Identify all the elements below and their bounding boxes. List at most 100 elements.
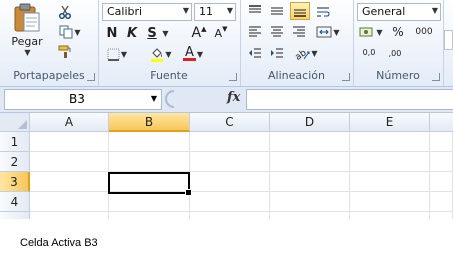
bold-button[interactable]: N [104,25,120,41]
dialog-launcher-icon[interactable] [432,73,440,81]
column-header-partial[interactable] [430,113,453,132]
percent-button[interactable]: % [391,24,405,40]
cell[interactable] [109,132,190,152]
orientation-button[interactable]: ab ▼ [292,45,320,61]
cell[interactable] [350,152,430,172]
borders-button[interactable]: ▼ [104,46,130,62]
cell[interactable] [270,212,350,219]
cell[interactable] [190,152,270,172]
format-painter-button[interactable] [56,44,74,60]
italic-button[interactable]: K [124,25,140,41]
cell[interactable] [109,152,190,172]
decrease-decimal-button[interactable]: ,00 [383,45,407,61]
cell[interactable] [350,172,430,192]
shrink-font-label: A [214,26,223,40]
cell[interactable] [109,212,190,219]
paste-button[interactable]: Pegar ▼ [6,3,48,57]
align-middle-icon [271,7,283,15]
align-middle-button[interactable] [268,3,286,19]
row-header-5[interactable] [0,212,30,219]
formula-input[interactable] [246,89,453,110]
cell[interactable] [430,172,453,192]
cell[interactable] [30,192,109,212]
cell[interactable] [30,152,109,172]
cell[interactable] [270,172,350,192]
align-left-button[interactable] [246,24,264,40]
currency-icon [359,27,373,37]
font-color-label: A [184,45,194,60]
cell[interactable] [30,132,109,152]
decrease-indent-button[interactable] [246,45,264,61]
cell[interactable] [190,132,270,152]
column-header-b[interactable]: B [109,113,190,132]
row-header-1[interactable]: 1 [0,132,30,152]
row-header-3[interactable]: 3 [0,172,30,192]
column-header-d[interactable]: D [270,113,350,132]
align-top-button[interactable] [246,3,264,19]
column-header-e[interactable]: E [350,113,430,132]
underline-dropdown[interactable]: ▼ [160,26,170,40]
increase-indent-button[interactable] [268,45,286,61]
chevron-down-icon: ▼ [226,6,233,15]
insert-function-button[interactable]: fx [227,90,240,105]
name-box[interactable]: B3 ▼ [4,89,162,110]
cell[interactable] [430,192,453,212]
cell[interactable] [350,212,430,219]
cell[interactable] [270,132,350,152]
cell[interactable] [350,132,430,152]
dialog-launcher-icon[interactable] [229,73,237,81]
conditional-format-icon[interactable] [444,30,453,50]
font-size-combo[interactable]: 11 ▼ [194,3,236,21]
merge-center-button[interactable]: ▼ [314,24,342,40]
accounting-format-button[interactable]: ▼ [357,24,385,40]
align-bottom-icon [294,9,306,17]
thousands-separator-button[interactable]: 000 [411,24,437,40]
active-cell-b3[interactable] [108,172,192,196]
cell[interactable] [190,192,270,212]
cell[interactable] [30,212,109,219]
resize-handle-icon[interactable] [164,89,184,109]
align-center-button[interactable] [268,24,286,40]
increase-decimal-label: 0,0 [362,48,376,57]
row-header-2[interactable]: 2 [0,152,30,172]
font-group-label: Fuente [150,69,188,82]
cell[interactable] [430,152,453,172]
underline-button[interactable]: S [144,25,160,41]
font-group: Calibri ▼ 11 ▼ N K S ▼ A ▲ A ▼ ▼ ▼ A ▼ F… [98,0,241,86]
font-color-button[interactable]: A ▼ [180,46,206,62]
column-header-a[interactable]: A [30,113,109,132]
number-format-combo[interactable]: General ▼ [357,3,441,21]
shrink-font-button[interactable]: A ▼ [212,25,230,41]
spreadsheet-grid[interactable]: A B C D E 1 2 3 4 [0,113,453,219]
cell[interactable] [109,192,190,212]
cell[interactable] [430,132,453,152]
align-bottom-button[interactable] [290,2,310,20]
column-header-c[interactable]: C [190,113,270,132]
copy-button[interactable]: ▼ [56,24,84,40]
increase-decimal-button[interactable]: 0,0 [357,45,381,61]
svg-text:ab: ab [294,47,309,59]
row-header-4[interactable]: 4 [0,192,30,212]
cell[interactable] [270,192,350,212]
align-top-icon [249,5,261,13]
dialog-launcher-icon[interactable] [87,73,95,81]
fill-color-button[interactable]: ▼ [148,46,174,62]
copy-icon [59,25,73,39]
font-name-combo[interactable]: Calibri ▼ [102,3,192,21]
wrap-text-button[interactable] [314,4,332,20]
cell[interactable] [190,172,270,192]
align-right-button[interactable] [290,24,308,40]
cell[interactable] [270,152,350,172]
chevron-down-icon: ▼ [74,27,81,37]
cell[interactable] [350,192,430,212]
grow-font-label: A [191,25,202,41]
chevron-down-icon: ▼ [376,27,383,37]
cell[interactable] [190,212,270,219]
cut-button[interactable] [56,4,74,20]
select-all-corner[interactable] [0,113,30,132]
cell[interactable] [430,212,453,219]
grow-font-button[interactable]: A ▲ [190,25,208,41]
align-left-icon [249,26,261,37]
cell[interactable] [30,172,109,192]
dialog-launcher-icon[interactable] [342,73,350,81]
